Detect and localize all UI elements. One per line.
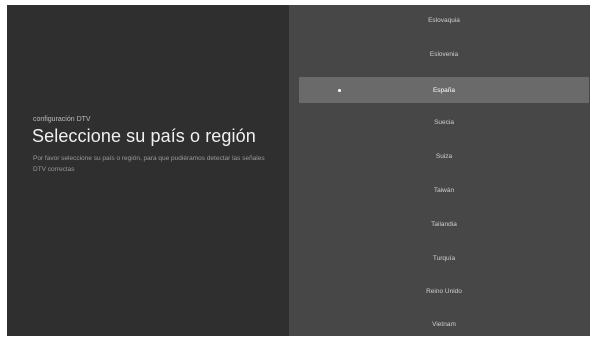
tv-settings-screen: configuración DTV Seleccione su país o r… [7,5,590,336]
country-label: Suiza [435,152,453,160]
country-item[interactable]: Turquía [299,245,589,271]
page-description: Por favor seleccione su país o región, p… [33,155,265,173]
country-item[interactable]: Vietnam [299,311,589,336]
country-label: Turquía [432,254,456,262]
country-item[interactable]: Tailandia [299,211,589,237]
country-item[interactable]: Eslovaquia [299,7,589,33]
country-label: Reino Unido [426,287,462,295]
info-panel: configuración DTV Seleccione su país o r… [7,5,289,336]
country-label: Suecia [434,118,454,126]
country-list-panel: Eslovaquia Eslovenia España Suecia Suiza… [289,5,590,336]
country-label: Eslovaquia [428,16,460,24]
country-item[interactable]: Eslovenia [299,41,589,67]
country-label: Tailandia [431,220,457,228]
country-item[interactable]: Suecia [299,109,589,135]
country-label: Vietnam [432,320,456,328]
country-label: España [432,86,456,94]
country-item[interactable]: Taiwán [299,177,589,203]
country-item-selected[interactable]: España [299,77,589,103]
page-title: Seleccione su país o región [32,126,256,146]
section-subtitle: configuración DTV [33,116,91,123]
country-item[interactable]: Reino Unido [299,278,589,304]
country-label: Eslovenia [429,50,459,58]
selected-indicator-icon [338,88,341,92]
country-label: Taiwán [433,186,455,194]
country-item[interactable]: Suiza [299,143,589,169]
